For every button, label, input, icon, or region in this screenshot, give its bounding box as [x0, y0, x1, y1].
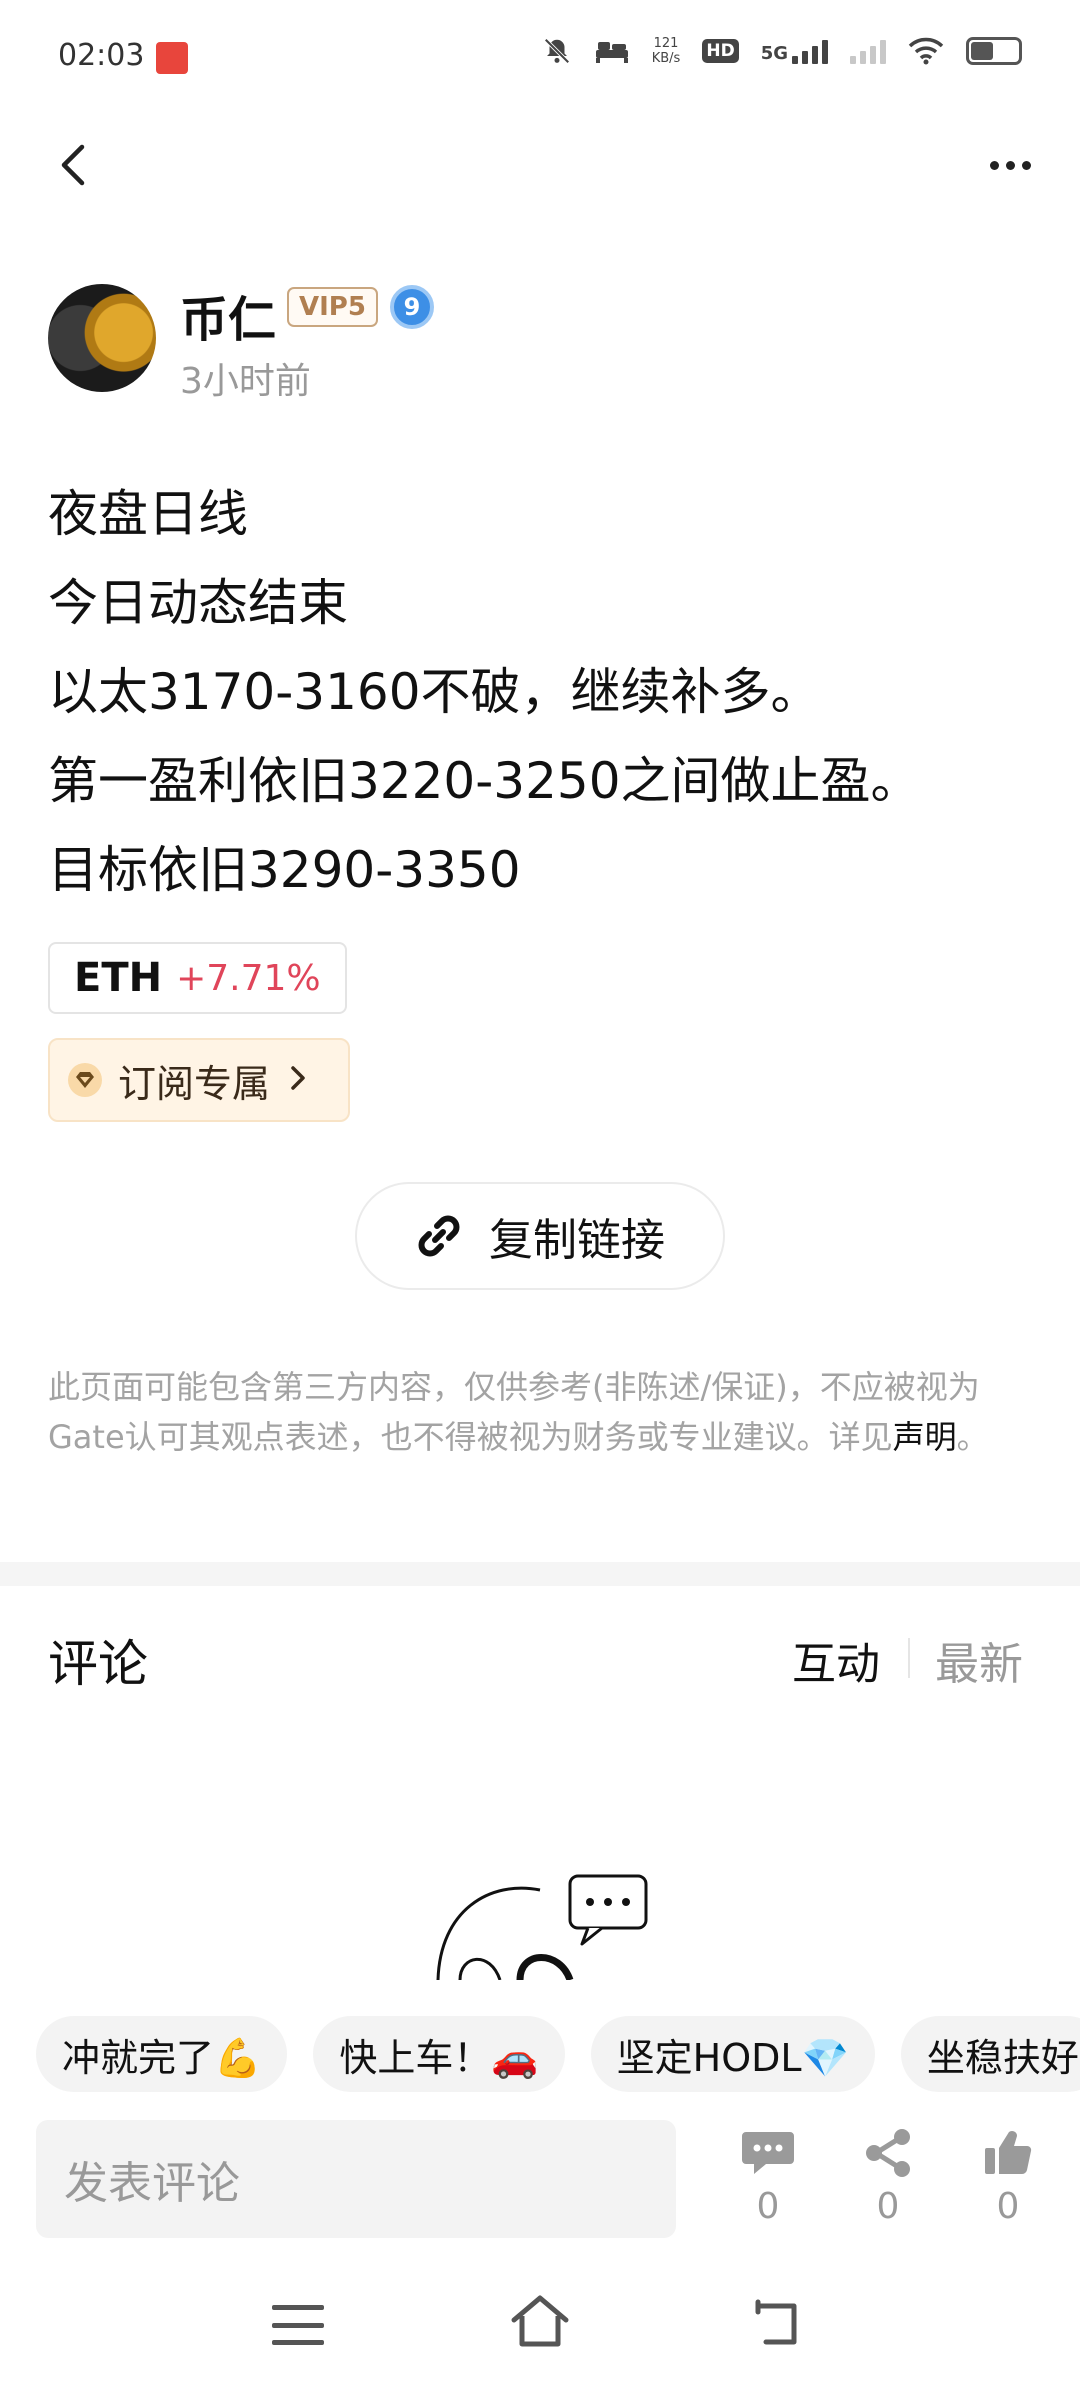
- mute-bell-icon: [544, 38, 570, 64]
- quick-reply-chips: 冲就完了💪 快上车！🚗 坚定HODL💎 坐稳扶好: [36, 2016, 1080, 2092]
- share-button[interactable]: 0: [848, 2128, 928, 2227]
- post-line: 目标依旧3290-3350: [48, 841, 521, 899]
- share-count: 0: [876, 2186, 900, 2227]
- link-icon: [418, 1215, 460, 1257]
- comments-title: 评论: [48, 1635, 148, 1693]
- quick-reply-chip[interactable]: 坚定HODL💎: [590, 2016, 875, 2092]
- quick-reply-chip[interactable]: 坐稳扶好: [900, 2016, 1080, 2092]
- disclaimer-link[interactable]: 声明: [893, 1418, 957, 1456]
- comment-button[interactable]: 0: [728, 2128, 808, 2227]
- notification-app-icon: [156, 42, 188, 74]
- quick-reply-chip[interactable]: 冲就完了💪: [36, 2016, 288, 2092]
- menu-line-icon: [272, 2340, 324, 2345]
- vip-badge: VIP5: [287, 287, 378, 327]
- menu-line-icon: [272, 2322, 324, 2328]
- copy-link-button[interactable]: 复制链接: [355, 1182, 725, 1290]
- tab-interact[interactable]: 互动: [792, 1628, 880, 1692]
- comment-count: 0: [756, 2186, 780, 2227]
- signal-bars-icon: [792, 38, 828, 64]
- more-dot: [1021, 160, 1031, 170]
- menu-line-icon: [272, 2305, 324, 2310]
- net-speed: 121 KB/s: [651, 36, 681, 66]
- more-options-button[interactable]: [980, 145, 1040, 185]
- ticker-symbol: ETH: [74, 955, 163, 1001]
- network-type: 5G: [760, 43, 788, 64]
- status-time: 02:03: [58, 38, 145, 73]
- status-icons: 121 KB/s HD 5G: [542, 36, 1022, 66]
- like-count: 0: [996, 2186, 1020, 2227]
- post-line: 夜盘日线: [48, 485, 248, 543]
- disclaimer-text: 此页面可能包含第三方内容，仅供参考(非陈述/保证)，不应被视为Gate认可其观点…: [48, 1368, 980, 1456]
- level-badge: 9: [390, 285, 434, 329]
- chevron-right-icon: [290, 1060, 306, 1101]
- more-dot: [1005, 160, 1015, 170]
- ticker-tag[interactable]: ETH +7.71%: [48, 942, 347, 1014]
- post-line: 以太3170-3160不破，继续补多。: [48, 663, 821, 721]
- post-time: 3小时前: [180, 361, 311, 402]
- signal-bars-secondary-icon: [850, 38, 886, 64]
- cellular-signal: 5G: [761, 38, 828, 64]
- copy-link-label: 复制链接: [489, 1215, 665, 1266]
- ticker-change: +7.71%: [176, 957, 321, 999]
- post-content: 夜盘日线 今日动态结束 以太3170-3160不破，继续补多。 第一盈利依旧32…: [48, 470, 1038, 915]
- post-line: 第一盈利依旧3220-3250之间做止盈。: [48, 752, 921, 810]
- comment-input[interactable]: 发表评论: [36, 2120, 676, 2238]
- like-button[interactable]: 0: [968, 2128, 1048, 2227]
- tab-latest[interactable]: 最新: [935, 1628, 1023, 1692]
- author-avatar[interactable]: [48, 284, 156, 392]
- back-button[interactable]: [50, 140, 94, 190]
- hd-badge: HD: [702, 39, 739, 63]
- author-name[interactable]: 币仁: [180, 280, 276, 350]
- comment-icon: [742, 2132, 794, 2174]
- subscribe-exclusive-button[interactable]: 订阅专属: [48, 1038, 350, 1122]
- share-icon: [866, 2129, 910, 2177]
- section-divider: [0, 1562, 1080, 1586]
- disclaimer-end: 。: [956, 1418, 989, 1456]
- nav-recents-button[interactable]: [272, 2305, 324, 2345]
- more-dot: [989, 160, 999, 170]
- disclaimer: 此页面可能包含第三方内容，仅供参考(非陈述/保证)，不应被视为Gate认可其观点…: [48, 1362, 1038, 1462]
- quick-reply-chip[interactable]: 快上车！🚗: [313, 2016, 565, 2092]
- nav-back-button[interactable]: [752, 2298, 804, 2348]
- empty-comments-illustration: [430, 1870, 660, 1980]
- tab-separator: [908, 1638, 910, 1678]
- diamond-icon: [68, 1063, 102, 1097]
- wifi-icon: [908, 37, 944, 65]
- chevron-left-icon: [61, 144, 85, 186]
- battery-icon: [966, 37, 1022, 65]
- nav-home-button[interactable]: [510, 2294, 570, 2350]
- subscribe-label: 订阅专属: [118, 1061, 271, 1106]
- thumbs-up-icon: [985, 2131, 1032, 2175]
- post-line: 今日动态结束: [48, 574, 348, 632]
- sleep-bed-icon: [595, 42, 628, 63]
